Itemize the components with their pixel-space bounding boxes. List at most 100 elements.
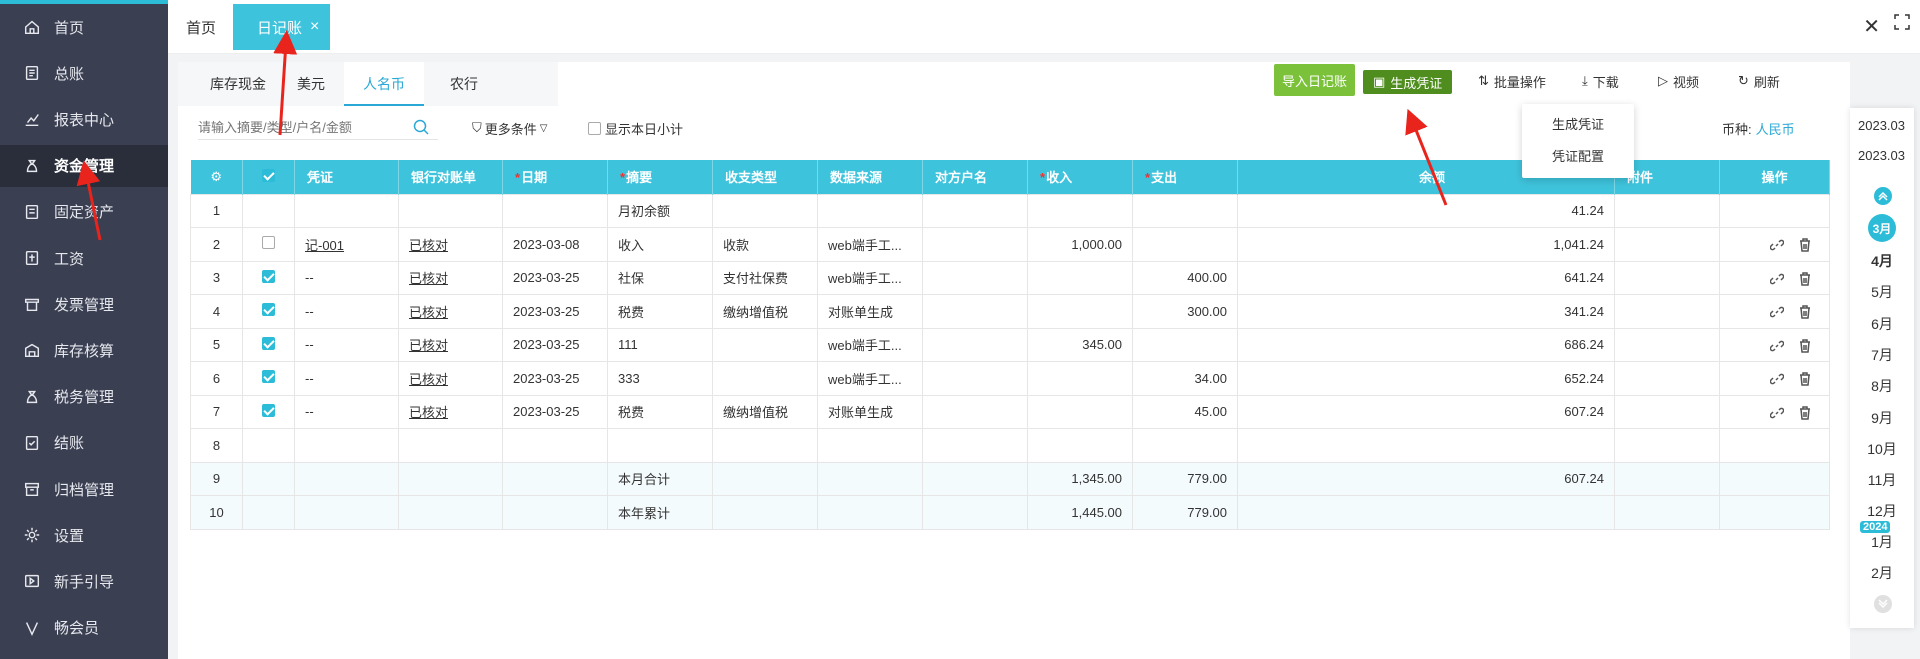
month-item[interactable]: 11月 — [1850, 470, 1914, 490]
row-checkbox-cell[interactable] — [242, 361, 295, 396]
select-all-checkbox[interactable] — [262, 168, 275, 182]
trash-icon[interactable] — [1798, 305, 1812, 319]
sidebar-item-13[interactable]: 畅会员 — [0, 607, 168, 649]
table-row[interactable]: 9 本月合计 1,345.00 779.00 607.24 — [190, 461, 1830, 496]
search-input[interactable] — [198, 116, 438, 140]
subtab-abc[interactable]: 农行 — [424, 62, 504, 106]
show-daily-subtotal[interactable]: 显示本日小计 — [588, 116, 683, 140]
sidebar-item-5[interactable]: 工资 — [0, 237, 168, 279]
tab-journal[interactable]: 日记账 × — [233, 4, 330, 50]
link-icon[interactable] — [1769, 305, 1785, 319]
subtab-cash[interactable]: 库存现金 — [198, 62, 278, 106]
cell-bank-statement[interactable]: 已核对 — [398, 394, 503, 429]
table-row[interactable]: 8 — [190, 428, 1830, 463]
dropdown-generate-voucher[interactable]: 生成凭证 — [1552, 114, 1604, 133]
sidebar-item-0[interactable]: 首页 — [0, 6, 168, 48]
sidebar-item-1[interactable]: 总账 — [0, 52, 168, 94]
row-checkbox[interactable] — [262, 336, 275, 350]
link-icon[interactable] — [1769, 272, 1785, 286]
month-item[interactable]: 6月 — [1850, 314, 1914, 334]
row-checkbox[interactable] — [262, 236, 275, 250]
refresh-button[interactable]: ↻ 刷新 — [1738, 66, 1780, 96]
month-item[interactable]: 4月 — [1850, 251, 1914, 271]
row-checkbox[interactable] — [262, 269, 275, 283]
trash-icon[interactable] — [1798, 372, 1812, 386]
more-conditions-button[interactable]: ⛉ 更多条件 ▽ — [472, 116, 547, 140]
scroll-up-icon[interactable] — [1873, 186, 1893, 206]
table-row[interactable]: 6 -- 已核对 2023-03-25 333 web端手工... 34.00 652.24 — [190, 361, 1830, 396]
month-item[interactable]: 12月 — [1850, 501, 1914, 521]
month-item[interactable]: 7月 — [1850, 345, 1914, 365]
tab-home[interactable]: 首页 — [186, 0, 216, 54]
table-row[interactable]: 5 -- 已核对 2023-03-25 111 web端手工... 345.00 686.24 — [190, 327, 1830, 362]
show-daily-checkbox[interactable] — [588, 121, 601, 135]
cell-bank-statement[interactable]: 已核对 — [398, 294, 503, 329]
sidebar-item-10[interactable]: 归档管理 — [0, 468, 168, 510]
sidebar-item-12[interactable]: 新手引导 — [0, 560, 168, 602]
window-close-icon[interactable]: ✕ — [1863, 14, 1880, 39]
download-button[interactable]: ⤓ 下载 — [1582, 66, 1619, 96]
trash-icon[interactable] — [1798, 271, 1812, 286]
period-end[interactable]: 2023.03 — [1858, 148, 1905, 163]
month-item[interactable]: 5月 — [1850, 282, 1914, 302]
sidebar-item-7[interactable]: 库存核算 — [0, 329, 168, 371]
sidebar-item-9[interactable]: 结账 — [0, 422, 168, 464]
generate-voucher-button[interactable]: ▣ 生成凭证 — [1363, 70, 1453, 94]
subtab-usd[interactable]: 美元 — [278, 62, 344, 106]
tab-close-icon[interactable]: × — [310, 18, 319, 36]
select-all-checkbox-cell[interactable] — [242, 160, 295, 194]
row-checkbox-cell[interactable] — [242, 327, 295, 362]
row-checkbox-cell[interactable] — [242, 394, 295, 429]
subtab-rmb[interactable]: 人名币 — [344, 62, 424, 106]
cell-voucher[interactable]: -- — [294, 327, 399, 362]
row-checkbox[interactable] — [262, 370, 275, 384]
dropdown-voucher-config[interactable]: 凭证配置 — [1552, 146, 1604, 165]
column-settings-icon[interactable]: ⚙ — [190, 160, 243, 194]
cell-voucher[interactable]: -- — [294, 294, 399, 329]
sidebar-item-2[interactable]: 报表中心 — [0, 98, 168, 140]
scroll-down-icon[interactable] — [1873, 594, 1893, 614]
month-item[interactable]: 9月 — [1850, 408, 1914, 428]
cell-voucher[interactable]: -- — [294, 361, 399, 396]
link-icon[interactable] — [1769, 406, 1785, 420]
row-checkbox-cell[interactable] — [242, 227, 295, 262]
table-row[interactable]: 2 记-001 已核对 2023-03-08 收入 收款 web端手工... 1,000.00… — [190, 227, 1830, 262]
table-row[interactable]: 3 -- 已核对 2023-03-25 社保 支付社保费 web端手工... 400.00 64… — [190, 260, 1830, 295]
cell-voucher[interactable]: -- — [294, 260, 399, 295]
trash-icon[interactable] — [1798, 238, 1812, 252]
sidebar-item-8[interactable]: 税务管理 — [0, 376, 168, 418]
table-row[interactable]: 7 -- 已核对 2023-03-25 税费 缴纳增值税 对账单生成 45.00 607.24 — [190, 394, 1830, 429]
currency-selector[interactable]: 币种: 人民币 — [1722, 116, 1795, 140]
sidebar-item-3[interactable]: 资金管理 — [0, 144, 168, 187]
search-icon[interactable] — [412, 118, 430, 136]
period-start[interactable]: 2023.03 — [1858, 118, 1905, 133]
batch-operation-button[interactable]: ⇅ 批量操作 — [1478, 66, 1546, 96]
link-icon[interactable] — [1769, 339, 1785, 353]
link-icon[interactable] — [1769, 238, 1785, 252]
month-item[interactable]: 1月 — [1850, 532, 1914, 552]
trash-icon[interactable] — [1798, 405, 1812, 420]
currency-value[interactable]: 人民币 — [1756, 119, 1795, 138]
import-journal-button[interactable]: 导入日记账 — [1274, 64, 1356, 96]
video-button[interactable]: ▷ 视频 — [1658, 66, 1699, 96]
cell-bank-statement[interactable]: 已核对 — [398, 227, 503, 262]
cell-voucher[interactable]: 记-001 — [294, 227, 399, 262]
current-month[interactable]: 3月 — [1868, 214, 1896, 242]
month-item[interactable]: 10月 — [1850, 439, 1914, 459]
table-row[interactable]: 10 本年累计 1,445.00 779.00 — [190, 495, 1830, 530]
row-checkbox-cell[interactable] — [242, 294, 295, 329]
month-item[interactable]: 8月 — [1850, 376, 1914, 396]
sidebar-item-4[interactable]: 固定资产 — [0, 191, 168, 233]
trash-icon[interactable] — [1798, 338, 1812, 353]
sidebar-item-6[interactable]: 发票管理 — [0, 283, 168, 325]
link-icon[interactable] — [1769, 372, 1785, 386]
month-item[interactable]: 2月 — [1850, 563, 1914, 583]
sidebar-item-11[interactable]: 设置 — [0, 514, 168, 556]
cell-voucher[interactable]: -- — [294, 394, 399, 429]
row-checkbox[interactable] — [262, 403, 275, 417]
fullscreen-icon[interactable] — [1894, 14, 1910, 30]
cell-bank-statement[interactable]: 已核对 — [398, 327, 503, 362]
cell-bank-statement[interactable]: 已核对 — [398, 260, 503, 295]
table-row[interactable]: 4 -- 已核对 2023-03-25 税费 缴纳增值税 对账单生成 300.00 341.24 — [190, 294, 1830, 329]
row-checkbox-cell[interactable] — [242, 260, 295, 295]
